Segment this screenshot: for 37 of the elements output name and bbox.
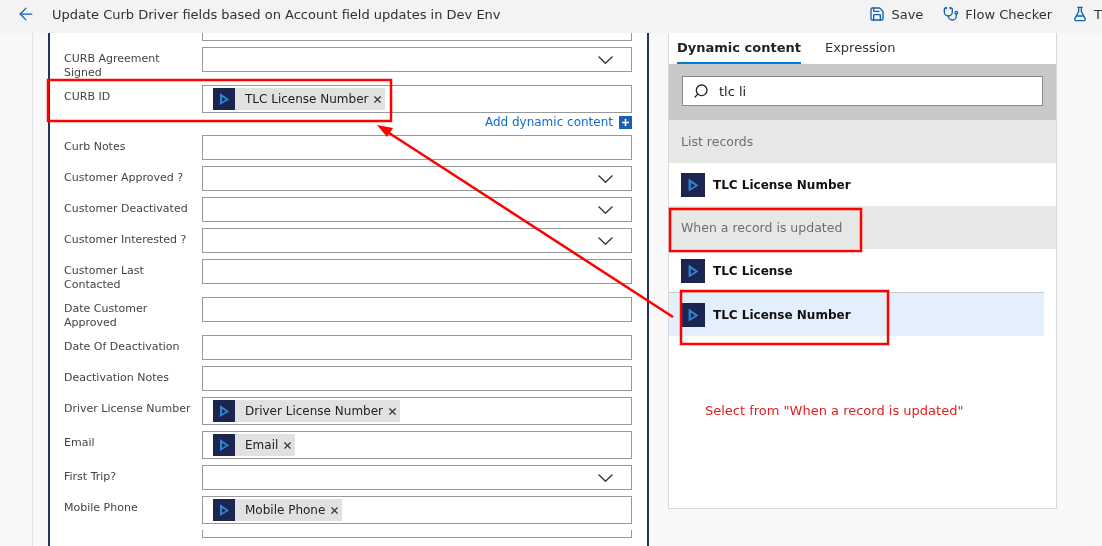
field-label: Date Of Deactivation [64,339,181,354]
input-field[interactable]: Driver License Number [202,397,632,425]
annotation-note: Select from "When a record is updated" [705,403,964,418]
field-label: Mobile Phone [64,500,139,515]
field-label: Driver License Number [64,401,192,416]
token-chip[interactable]: Mobile Phone [213,499,343,521]
field-label: Customer Deactivated [64,201,189,216]
token-label: Driver License Number [244,404,384,418]
group-header: List records [669,120,1056,163]
token-label: Email [244,438,280,452]
field-label: First Trip? [64,469,118,484]
field-label: Date Customer Approved [64,301,149,329]
token-chip[interactable]: Email [213,434,296,456]
field-label: Curb Notes [64,139,127,154]
add-dynamic-content-link[interactable]: Add dynamic content [484,115,613,129]
checker-button[interactable]: Flow Checker [943,6,1053,22]
search-box[interactable]: tlc li [682,76,1043,106]
input-field[interactable]: Email [202,431,632,459]
input-field[interactable]: TLC License Number [202,85,632,113]
token-label: TLC License Number [244,92,370,106]
field-label: Customer Interested ? [64,232,188,247]
field-label: CURB Agreement Signed [64,51,161,79]
token-label: Mobile Phone [244,503,327,517]
field-label: Email [64,435,96,450]
field-label: Customer Last Contacted [64,263,145,291]
token-chip[interactable]: Driver License Number [213,400,400,422]
field-label: Customer Approved ? [64,170,185,185]
flow-title: Update Curb Driver fields based on Account field updates in Dev Env [52,6,502,22]
input-field[interactable]: Mobile Phone [202,496,632,524]
save-button[interactable]: Save [869,6,924,22]
field-label: CURB ID [64,89,112,104]
dynamic-content-item[interactable]: TLC License Number [669,292,1044,336]
panel-tab[interactable]: Expression [824,33,896,64]
token-chip[interactable]: TLC License Number [213,88,386,110]
field-label: Deactivation Notes [64,370,170,385]
group-header: When a record is updated [669,206,1056,249]
test-button[interactable]: T [1072,6,1102,22]
